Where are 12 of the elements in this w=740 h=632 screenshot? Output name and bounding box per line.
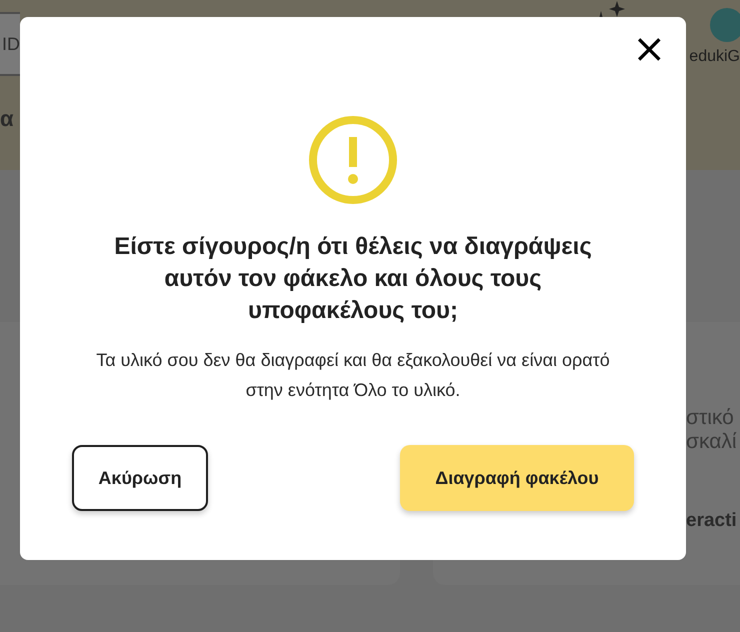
card-text: σκαλί xyxy=(686,430,738,454)
dialog-title: Είστε σίγουρος/η ότι θέλεις να διαγράψεις αυτόν τον φάκελο και όλους τους υποφακέλους του; xyxy=(113,232,593,326)
warning-icon xyxy=(308,115,398,205)
cancel-button[interactable]: Ακύρωση xyxy=(72,445,208,511)
sparkle-icon[interactable] xyxy=(599,1,626,17)
heading-text: α xyxy=(0,106,15,132)
close-button[interactable]: × xyxy=(628,29,670,69)
card-title: eracti xyxy=(686,510,738,532)
user-name: edukiG xyxy=(689,48,740,66)
delete-button[interactable]: Διαγραφή φακέλου xyxy=(400,445,634,511)
dialog-message: Τα υλικό σου δεν θα διαγραφεί και θα εξακολουθεί να είναι ορατό στην ενότητα Όλο το υλικό. xyxy=(95,349,611,402)
card-text: στικό xyxy=(686,406,735,430)
